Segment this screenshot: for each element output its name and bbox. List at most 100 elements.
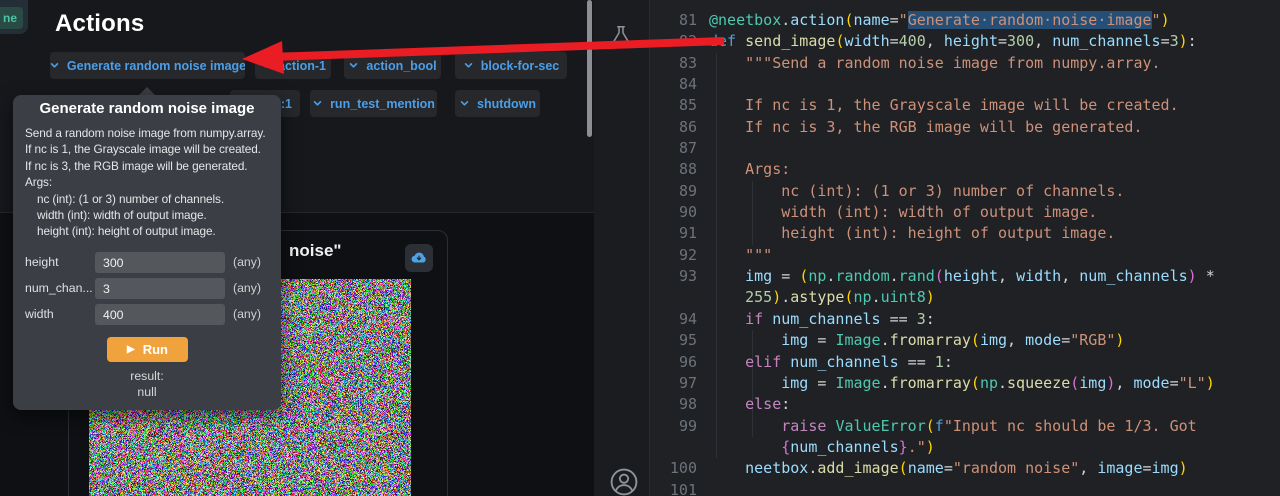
chevron-down-icon [260,60,271,71]
code-line: 84 [650,74,1280,95]
code-line: 91 height (int): height of output image. [650,223,1280,244]
line-number: 87 [650,138,709,159]
popover-description-line: Send a random noise image from numpy.arr… [25,125,271,141]
action-popover: Generate random noise image Send a rando… [13,95,281,410]
line-number: 85 [650,95,709,116]
field-row: width (any) [13,302,281,328]
action-button-label: run_test_mention [330,97,435,111]
field-input[interactable] [95,304,225,325]
action-button-action-1[interactable]: action-1 [255,52,331,79]
popover-fields: height(any)num_chan...(any)width(any) [13,250,281,328]
line-number: 90 [650,202,709,223]
action-button-shutdown[interactable]: shutdown [455,90,540,117]
chevron-down-icon [312,98,323,109]
action-button-label: Generate random noise image [67,59,245,73]
chevron-down-icon [463,60,474,71]
run-button[interactable]: ▶ Run [107,337,188,362]
popover-description-line: height (int): height of output image. [25,223,271,239]
code-line: 89 nc (int): (1 or 3) number of channels… [650,181,1280,202]
line-number: 89 [650,181,709,202]
code-line: 96 elif num_channels == 1: [650,352,1280,373]
code-line: 95 img = Image.fromarray(img, mode="RGB"… [650,330,1280,351]
field-row: height (any) [13,250,281,276]
cloud-download-icon [410,249,428,267]
action-button-generate-random-noise-image[interactable]: Generate random noise image [50,52,245,79]
line-number: 94 [650,309,709,330]
vscode-activity-bar [594,0,650,496]
code-line: 97 img = Image.fromarray(np.squeeze(img)… [650,373,1280,394]
line-number: 100 [650,458,709,479]
code-line: 81@neetbox.action(name="Generate·random·… [650,10,1280,31]
action-button-label: action_bool [366,59,436,73]
line-number: 95 [650,330,709,351]
page-title: Actions [55,10,144,38]
chevron-down-icon [459,98,470,109]
code-line: 83 """Send a random noise image from num… [650,53,1280,74]
status-badge: ne [0,7,23,29]
vscode-panel: 81@neetbox.action(name="Generate·random·… [594,0,1280,496]
code-line: 93 img = (np.random.rand(height, width, … [650,266,1280,287]
line-number: 96 [650,352,709,373]
action-button-label: shutdown [477,97,536,111]
popover-description-line: If nc is 1, the Grayscale image will be … [25,141,271,157]
line-number: 101 [650,480,709,496]
action-button-label: block-for-sec [481,59,560,73]
testing-beaker-icon[interactable] [608,24,634,55]
line-number: 91 [650,223,709,244]
line-number: 84 [650,74,709,95]
field-hint: (any) [233,281,261,295]
field-row: num_chan...(any) [13,276,281,302]
download-image-button[interactable] [405,244,433,272]
line-number: 93 [650,266,709,287]
line-number: 82 [650,31,709,52]
chevron-down-icon [50,60,60,71]
line-number: 92 [650,245,709,266]
code-line: 87 [650,138,1280,159]
line-number: 81 [650,10,709,31]
line-number: 88 [650,159,709,180]
account-icon[interactable] [608,466,640,496]
code-line: 255).astype(np.uint8) [650,287,1280,308]
field-input[interactable] [95,252,225,273]
code-lines: 81@neetbox.action(name="Generate·random·… [650,10,1280,496]
popover-description: Send a random noise image from numpy.arr… [25,125,271,240]
field-label: width [25,307,54,321]
action-button-run-test-mention[interactable]: run_test_mention [310,90,437,117]
code-line: 82def send_image(width=400, height=300, … [650,31,1280,52]
field-label: height [25,255,59,269]
dashboard-page: ne Actions Generate random noise image a… [0,0,594,496]
code-line: {num_channels}.") [650,437,1280,458]
line-number: 97 [650,373,709,394]
code-line: 98 else: [650,394,1280,415]
chevron-down-icon [348,60,359,71]
line-number: 98 [650,394,709,415]
code-editor[interactable]: 81@neetbox.action(name="Generate·random·… [650,0,1280,496]
field-hint: (any) [233,307,261,321]
field-hint: (any) [233,255,261,269]
code-line: 86 If nc is 3, the RGB image will be gen… [650,117,1280,138]
code-line: 88 Args: [650,159,1280,180]
code-line: 101 [650,480,1280,496]
play-icon: ▶ [127,345,135,355]
popover-description-line: width (int): width of output image. [25,207,271,223]
field-input[interactable] [95,278,225,299]
code-line: 94 if num_channels == 3: [650,309,1280,330]
result-value: null [13,385,281,399]
line-number: 83 [650,53,709,74]
action-button-block-for-sec[interactable]: block-for-sec [455,52,567,79]
action-button-label: action-1 [278,59,326,73]
action-button-action-bool[interactable]: action_bool [344,52,441,79]
line-number: 86 [650,117,709,138]
run-button-label: Run [143,342,168,357]
line-number [650,287,709,308]
popover-description-line: Args: [25,174,271,190]
image-card-title: noise" [289,241,341,261]
code-line: 99 raise ValueError(f"Input nc should be… [650,416,1280,437]
page-scrollbar-thumb[interactable] [587,0,592,137]
line-number [650,437,709,458]
popover-description-line: If nc is 3, the RGB image will be genera… [25,158,271,174]
screenshot-root: ne Actions Generate random noise image a… [0,0,1280,496]
code-line: 85 If nc is 1, the Grayscale image will … [650,95,1280,116]
line-number: 99 [650,416,709,437]
code-line: 92 """ [650,245,1280,266]
